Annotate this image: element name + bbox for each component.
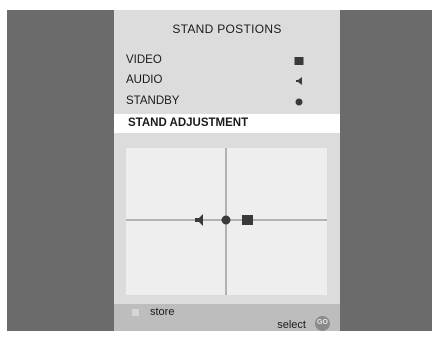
menu-title: STAND POSTIONS [172,22,282,36]
store-key-icon [132,309,139,316]
stand-positions-menu: STAND POSTIONS VIDEO AUDIO STANDBY STAND… [114,10,340,331]
square-icon [294,57,304,65]
speaker-icon [195,214,203,226]
menu-item-label: VIDEO [126,54,162,66]
dot-icon [221,215,231,225]
speaker-icon [296,77,302,85]
store-label[interactable]: store [150,306,174,318]
bottom-bar: store select GO [114,304,340,331]
menu-item-label: AUDIO [126,74,163,86]
select-label[interactable]: select [277,319,306,331]
menu-item-video[interactable]: VIDEO [114,51,340,71]
stand-position-plot[interactable] [126,148,327,295]
menu-item-stand-adjustment[interactable]: STAND ADJUSTMENT [114,114,340,133]
dot-icon [295,98,303,106]
menu-item-standby[interactable]: STANDBY [114,92,340,112]
square-icon [242,215,253,225]
go-icon: GO [317,319,328,326]
go-button[interactable]: GO [315,316,330,331]
menu-item-audio[interactable]: AUDIO [114,71,340,91]
menu-item-label: STANDBY [126,95,180,107]
menu-item-label: STAND ADJUSTMENT [128,117,249,129]
crosshair-graphic [126,148,327,295]
